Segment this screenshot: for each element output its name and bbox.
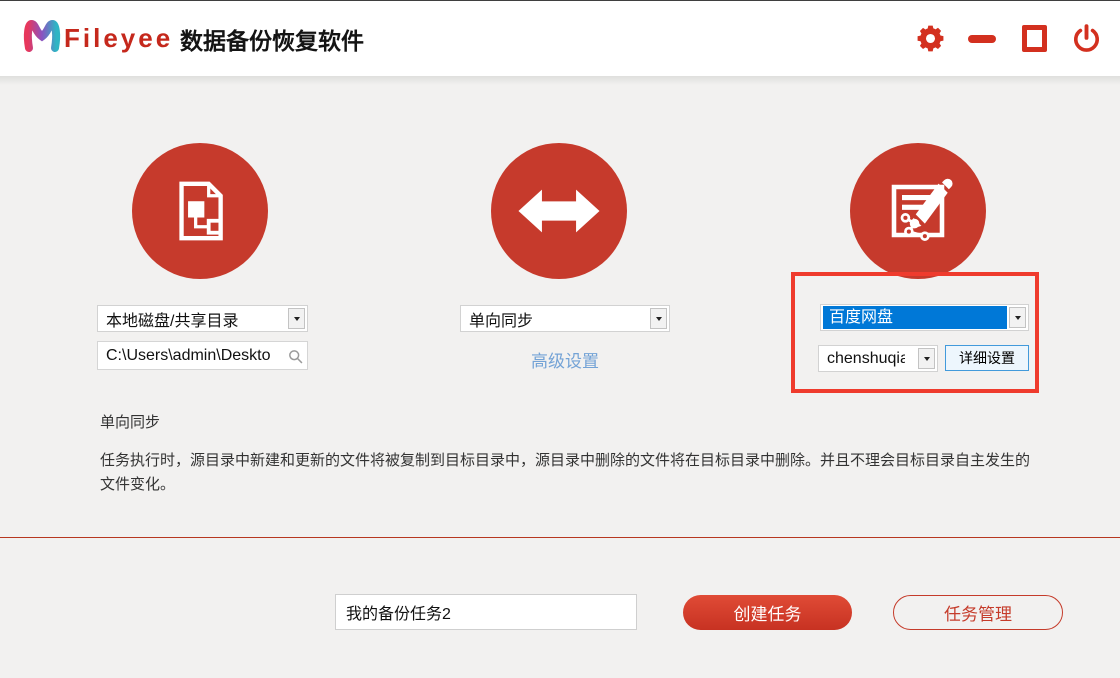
title-bar: Fileyee 数据备份恢复软件 — [0, 1, 1120, 76]
task-name-input[interactable] — [335, 594, 637, 630]
chevron-down-icon — [655, 317, 662, 324]
chevron-down-icon — [923, 357, 930, 364]
app-title: 数据备份恢复软件 — [180, 27, 364, 54]
edit-document-icon — [891, 178, 953, 241]
source-type-dropdown-arrow[interactable] — [288, 308, 305, 329]
create-task-button[interactable]: 创建任务 — [683, 595, 852, 630]
manage-tasks-button[interactable]: 任务管理 — [893, 595, 1063, 630]
two-way-arrow-icon — [518, 189, 600, 233]
sync-mode-description: 任务执行时，源目录中新建和更新的文件将被复制到目标目录中，源目录中删除的文件将在… — [100, 452, 1031, 493]
close-button[interactable] — [1070, 23, 1102, 55]
chevron-down-icon — [293, 317, 300, 324]
settings-button[interactable] — [914, 23, 946, 55]
maximize-button[interactable] — [1018, 23, 1050, 55]
sync-mode-dropdown-arrow[interactable] — [650, 308, 667, 329]
sync-step-circle — [491, 143, 627, 279]
section-divider — [0, 537, 1120, 538]
target-step-circle — [850, 143, 986, 279]
titlebar-shadow — [0, 76, 1120, 85]
minimize-icon — [968, 34, 996, 43]
sync-mode-select[interactable]: 单向同步 — [460, 305, 670, 332]
minimize-button[interactable] — [966, 23, 998, 55]
target-highlight-box — [791, 272, 1039, 393]
target-type-value: 百度网盘 — [823, 306, 1007, 329]
source-type-value: 本地磁盘/共享目录 — [106, 312, 239, 330]
brand-name: Fileyee — [64, 23, 174, 53]
gear-icon — [917, 25, 943, 52]
source-step-circle — [132, 143, 268, 279]
source-path-input[interactable] — [97, 341, 308, 370]
target-account-value: chenshuqiaig — [827, 349, 905, 367]
chevron-down-icon — [1014, 316, 1021, 323]
window-controls — [914, 1, 1102, 76]
target-account-dropdown-arrow[interactable] — [918, 348, 935, 369]
advanced-settings-link[interactable]: 高级设置 — [460, 347, 670, 372]
source-type-select[interactable]: 本地磁盘/共享目录 — [97, 305, 308, 332]
app-window: Fileyee 数据备份恢复软件 本地磁盘/共享目录 C:\Users\admi… — [0, 0, 1120, 678]
target-account-select[interactable]: chenshuqiaig — [818, 345, 938, 372]
sync-mode-value: 单向同步 — [469, 312, 534, 330]
fileyee-logo-icon — [23, 19, 61, 52]
target-type-select[interactable]: 百度网盘 — [820, 304, 1029, 331]
power-icon — [1073, 24, 1099, 52]
sync-mode-title: 单向同步 — [100, 414, 161, 431]
maximize-icon — [1021, 25, 1047, 52]
target-type-dropdown-arrow[interactable] — [1009, 307, 1026, 328]
search-icon[interactable] — [288, 349, 303, 364]
source-file-icon — [179, 181, 223, 241]
detail-settings-button[interactable]: 详细设置 — [945, 345, 1029, 371]
